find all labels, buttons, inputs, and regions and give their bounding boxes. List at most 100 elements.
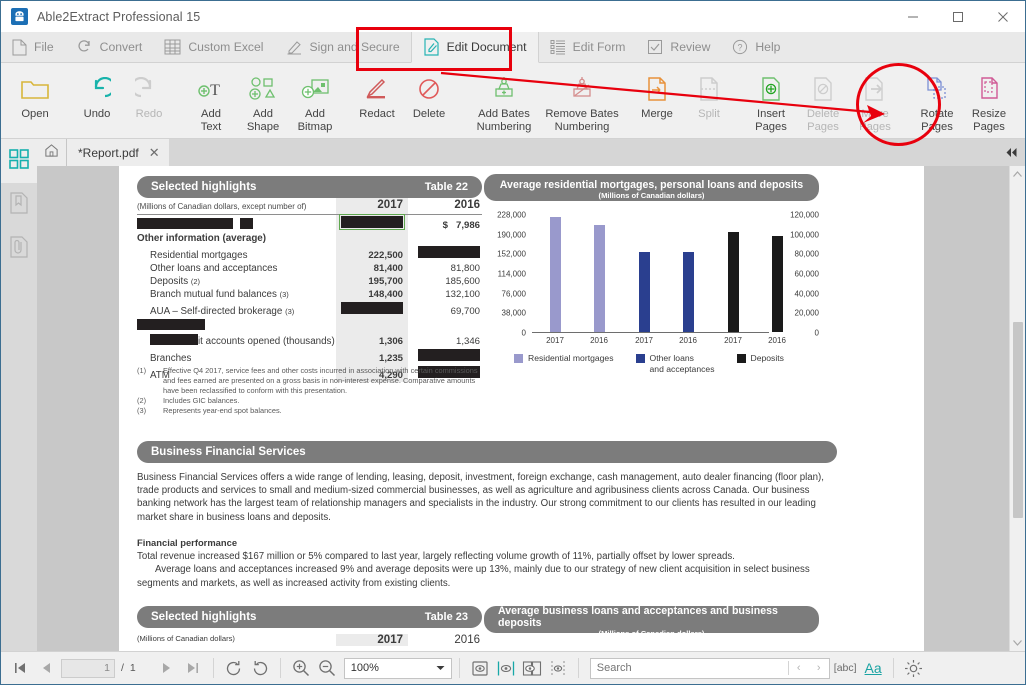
x-tick-label: 2016 [590, 336, 608, 345]
insert-pages-button[interactable]: Insert Pages [745, 63, 797, 138]
delete-pages-icon [810, 72, 836, 106]
pdf-page[interactable]: Selected highlights Table 22 (Millions o… [119, 166, 924, 651]
table-row: AUA – Self-directed brokerage (3) 69,700 [137, 301, 482, 318]
collapse-panel-icon[interactable] [997, 139, 1025, 166]
search-prev-button[interactable]: ‹ [789, 662, 809, 674]
zoom-in-icon[interactable] [288, 655, 314, 681]
merge-button[interactable]: Merge [631, 63, 683, 138]
match-case-button[interactable]: [abc] [830, 662, 861, 674]
minimize-icon[interactable] [890, 1, 935, 32]
move-pages-icon [862, 72, 888, 106]
open-button[interactable]: Open [9, 63, 61, 138]
add-shape-button[interactable]: Add Shape [237, 63, 289, 138]
remove-bates-numbering-button[interactable]: Remove Bates Numbering [543, 63, 621, 138]
table-row: Other loans and acceptances 81,400 81,80… [137, 262, 482, 275]
sidebar-item-thumbnails[interactable] [1, 139, 37, 183]
grid-thumbnails-icon [9, 148, 29, 174]
axis-tick: 0 [521, 328, 526, 338]
close-icon[interactable]: ✕ [149, 145, 160, 161]
legend-item-other-loans: Other loans and acceptances [635, 353, 715, 375]
legend-label-line2: and acceptances [649, 364, 715, 374]
footnote-item: (1) Effective Q4 2017, service fees and … [137, 366, 487, 396]
redact-button[interactable]: Redact [351, 63, 403, 138]
table-22-header: Selected highlights Table 22 [137, 176, 482, 198]
search-box[interactable]: ‹ › [589, 657, 830, 679]
single-page-view-icon[interactable] [467, 655, 493, 681]
document-properties-button[interactable]: DocumentProperties [1015, 63, 1026, 138]
menu-item-convert[interactable]: Convert [65, 32, 154, 62]
scroll-up-icon[interactable] [1010, 166, 1025, 182]
maximize-icon[interactable] [935, 1, 980, 32]
table-row: $ 7,986 [137, 214, 482, 232]
sidebar-item-attachments[interactable] [1, 227, 37, 271]
x-tick-label: 2016 [679, 336, 697, 345]
svg-text:T: T [210, 82, 220, 99]
zoom-level-value: 100% [350, 662, 379, 674]
legend-label: Other loans and acceptances [650, 353, 715, 375]
add-bitmap-button[interactable]: Add Bitmap [289, 63, 341, 138]
search-next-button[interactable]: › [809, 662, 829, 674]
split-icon [695, 72, 723, 106]
add-text-icon: T [196, 72, 226, 106]
undo-button[interactable]: Undo [71, 63, 123, 138]
sidebar-item-bookmarks[interactable] [1, 183, 37, 227]
search-input[interactable] [590, 662, 788, 674]
vertical-scrollbar[interactable] [1009, 166, 1025, 651]
scrollbar-thumb[interactable] [1013, 322, 1023, 518]
menu-item-help[interactable]: ? Help [721, 32, 791, 62]
currency-symbol: $ [442, 220, 448, 231]
brightness-icon[interactable] [901, 655, 927, 681]
last-page-icon[interactable] [180, 655, 206, 681]
x-tick-label: 2017 [546, 336, 564, 345]
rotate-pages-button[interactable]: Rotate Pages [911, 63, 963, 138]
file-icon [12, 39, 27, 56]
table-row [137, 318, 482, 333]
resize-pages-button[interactable]: Resize Pages [963, 63, 1015, 138]
open-label: Open [21, 108, 49, 120]
menu-label-custom-excel: Custom Excel [188, 40, 264, 54]
zoom-level-select[interactable]: 100% [343, 657, 452, 679]
menu-item-sign-and-secure[interactable]: Sign and Secure [275, 32, 411, 62]
selected-redacted-cell[interactable] [336, 214, 408, 232]
zoom-out-icon[interactable] [314, 655, 340, 681]
delete-button[interactable]: Delete [403, 63, 455, 138]
redaction-block [137, 218, 233, 229]
axis-tick: 40,000 [794, 289, 819, 299]
menu-item-edit-form[interactable]: Edit Form [539, 32, 637, 62]
menu-item-custom-excel[interactable]: Custom Excel [153, 32, 274, 62]
add-bitmap-icon [299, 72, 331, 106]
application-window: Able2Extract Professional 15 File Conver… [0, 0, 1026, 685]
bar-residential-mortgages-2017 [550, 217, 561, 332]
ribbon-group-add: T Add Text Add Shape Add Bitmap [185, 63, 341, 138]
vertical-split-view-icon[interactable] [545, 655, 571, 681]
page-number-input[interactable]: 1 [61, 658, 115, 678]
delete-label: Delete [412, 108, 446, 120]
add-text-button[interactable]: T Add Text [185, 63, 237, 138]
rotate-counterclockwise-icon[interactable] [247, 655, 273, 681]
window-controls [890, 1, 1025, 32]
add-bates-numbering-button[interactable]: Add Bates Numbering [465, 63, 543, 138]
facing-pages-view-icon[interactable] [519, 655, 545, 681]
footnote-ref: (3) [279, 290, 289, 299]
menu-item-review[interactable]: Review [636, 32, 721, 62]
redaction-block-selected[interactable] [339, 214, 405, 230]
menu-item-edit-document[interactable]: Edit Document [410, 32, 539, 63]
legend-label: Deposits [750, 353, 784, 363]
table-23-column-headers: (Millions of Canadian dollars) 2017 2016 [137, 634, 482, 646]
tab-report-pdf[interactable]: *Report.pdf ✕ [67, 139, 169, 166]
prev-page-icon[interactable] [33, 655, 59, 681]
home-tab[interactable] [37, 139, 67, 166]
menu-item-file[interactable]: File [1, 32, 65, 62]
rotate-clockwise-icon[interactable] [221, 655, 247, 681]
continuous-view-icon[interactable] [493, 655, 519, 681]
document-viewport[interactable]: Selected highlights Table 22 (Millions o… [37, 166, 1025, 651]
first-page-icon[interactable] [7, 655, 33, 681]
cell-value: 222,500 [336, 245, 408, 262]
document-tab-strip: *Report.pdf ✕ [1, 139, 1025, 166]
scroll-down-icon[interactable] [1010, 635, 1025, 651]
cell-value: 1,235 [336, 348, 408, 365]
close-icon[interactable] [980, 1, 1025, 32]
font-settings-button[interactable]: Aa [861, 660, 886, 676]
ribbon-group-redact: Redact Delete [351, 63, 455, 138]
next-page-icon[interactable] [154, 655, 180, 681]
